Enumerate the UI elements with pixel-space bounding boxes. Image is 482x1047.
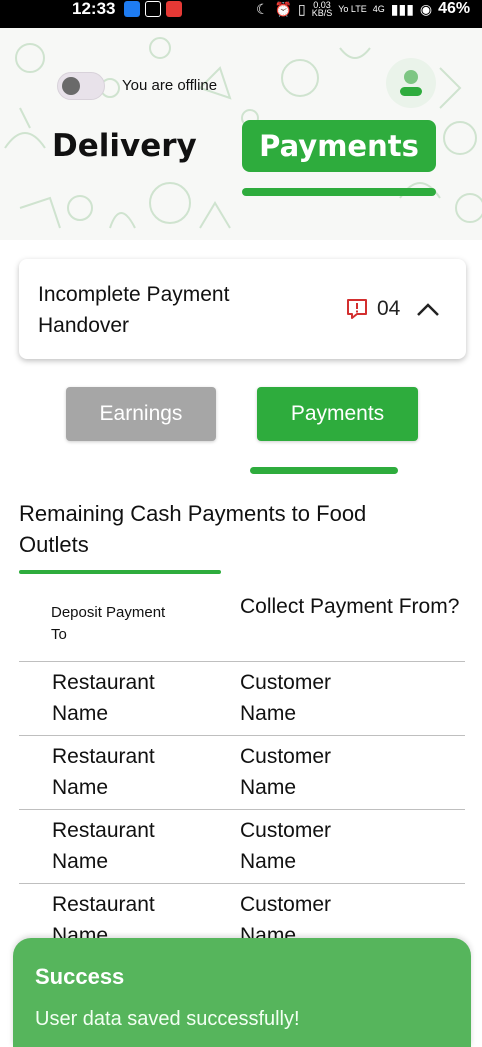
network-speed: 0.03 KB/S	[311, 1, 333, 18]
customer-name-cell: Customer Name	[240, 671, 332, 725]
toast-message: User data saved successfully!	[35, 1008, 300, 1030]
restaurant-name-cell: Restaurant Name	[52, 671, 155, 725]
handover-count-badge: 04	[345, 297, 400, 321]
network-speed-unit: KB/S	[311, 8, 333, 18]
offline-status-label: You are offline	[122, 77, 218, 94]
table-header: Deposit Payment To Collect Payment From?	[19, 590, 465, 662]
section-underline	[19, 570, 221, 574]
cash-payments-table: Deposit Payment To Collect Payment From?…	[19, 590, 465, 958]
customer-name-cell: Customer Name	[240, 819, 332, 873]
header-deposit-to: Deposit Payment To	[51, 604, 166, 643]
handover-card-title: Incomplete Payment Handover	[38, 283, 230, 337]
user-icon	[400, 70, 422, 96]
customer-name-cell: Customer Name	[240, 745, 332, 799]
status-right: ☾ ⏰ ▯ 0.03 KB/S Yo LTE 4G ▮▮▮ ◉ 46%	[256, 0, 470, 18]
table-row[interactable]: Restaurant Name Customer Name	[19, 810, 465, 884]
active-tab-indicator	[242, 188, 436, 196]
battery-icon: ◉	[419, 0, 433, 17]
moon-icon: ☾	[256, 0, 269, 17]
payments-button[interactable]: Payments	[257, 387, 418, 441]
status-time: 12:33	[72, 0, 116, 18]
network-type: 4G	[372, 4, 385, 14]
subtab-indicator	[250, 467, 398, 474]
toggle-knob	[62, 77, 80, 95]
sync-notification-icon	[145, 1, 161, 17]
earnings-button[interactable]: Earnings	[66, 387, 216, 441]
volte-label: Yo LTE	[338, 4, 367, 14]
table-row[interactable]: Restaurant Name Customer Name	[19, 736, 465, 810]
video-notification-icon	[166, 1, 182, 17]
vibrate-icon: ▯	[298, 0, 306, 17]
incomplete-handover-card[interactable]: Incomplete Payment Handover 04	[19, 259, 466, 359]
restaurant-name-cell: Restaurant Name	[52, 745, 155, 799]
chevron-up-icon[interactable]	[415, 299, 441, 319]
alarm-icon: ⏰	[274, 0, 292, 17]
alert-message-icon	[347, 299, 367, 319]
app-notification-icon	[124, 1, 140, 17]
tab-payments[interactable]: Payments	[242, 120, 436, 172]
toast-title: Success	[35, 964, 125, 989]
success-toast[interactable]: Success User data saved successfully!	[13, 938, 471, 1047]
signal-icon: ▮▮▮	[390, 0, 414, 17]
restaurant-name-cell: Restaurant Name	[52, 819, 155, 873]
status-bar: 12:33 ☾ ⏰ ▯ 0.03 KB/S Yo LTE 4G ▮▮▮ ◉ 46%	[0, 0, 482, 28]
section-title: Remaining Cash Payments to Food Outlets	[19, 501, 367, 557]
battery-percent: 46%	[438, 0, 471, 17]
tab-delivery[interactable]: Delivery	[52, 128, 197, 164]
header-collect-from: Collect Payment From?	[240, 595, 460, 618]
online-toggle[interactable]	[57, 72, 105, 100]
handover-count: 04	[377, 297, 401, 320]
notification-icons	[124, 1, 182, 17]
table-row[interactable]: Restaurant Name Customer Name	[19, 662, 465, 736]
profile-avatar[interactable]	[386, 58, 436, 108]
